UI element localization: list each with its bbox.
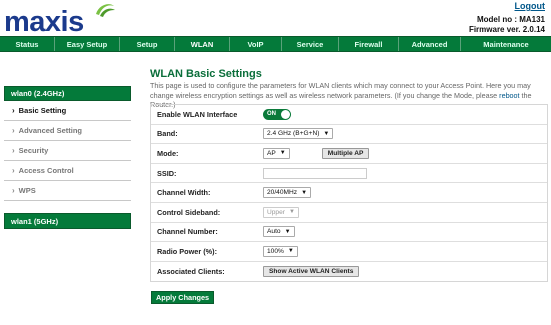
dropdown-arrow-icon: ▼ [301, 189, 308, 196]
nav-wlan[interactable]: WLAN [175, 37, 230, 51]
radio-power-label: Radio Power (%): [157, 246, 217, 256]
row-associated-clients: Associated Clients: Show Active WLAN Cli… [151, 262, 547, 282]
swirl-icon [96, 4, 115, 17]
sidebar-item-access-control[interactable]: › Access Control [4, 161, 131, 181]
page-title: WLAN Basic Settings [150, 68, 262, 80]
sidebar-item-wps[interactable]: › WPS [4, 181, 131, 201]
row-band: Band: 2.4 GHz (B+G+N) ▼ [151, 125, 547, 145]
description-text: This page is used to configure the param… [150, 81, 531, 100]
radio-power-value: 100% [267, 247, 284, 255]
band-select[interactable]: 2.4 GHz (B+G+N) ▼ [263, 128, 334, 140]
maxis-logo: maxis [2, 2, 142, 38]
dropdown-arrow-icon: ▼ [288, 209, 295, 216]
row-channel-number: Channel Number: Auto ▼ [151, 223, 547, 243]
channel-number-value: Auto [267, 228, 281, 236]
nav-voip[interactable]: VoIP [230, 37, 282, 51]
band-label: Band: [157, 129, 178, 139]
ssid-label: SSID: [157, 168, 177, 178]
sidebar-item-security[interactable]: › Security [4, 141, 131, 161]
chevron-right-icon: › [12, 146, 15, 155]
control-sideband-select[interactable]: Upper ▼ [263, 206, 299, 218]
enable-wlan-label: Enable WLAN Interface [157, 109, 238, 119]
row-enable-wlan: Enable WLAN Interface ON [151, 105, 547, 125]
nav-service[interactable]: Service [282, 37, 339, 51]
dropdown-arrow-icon: ▼ [323, 130, 330, 137]
brand-wordmark: maxis [4, 6, 84, 38]
firmware-version: Firmware ver. 2.0.14 [468, 25, 545, 34]
show-active-clients-button[interactable]: Show Active WLAN Clients [263, 266, 360, 278]
channel-number-select[interactable]: Auto ▼ [263, 226, 295, 238]
sidebar-item-label: Advanced Setting [18, 126, 83, 135]
associated-clients-label: Associated Clients: [157, 267, 225, 277]
chevron-right-icon: › [12, 106, 15, 115]
sidebar-item-label: Basic Setting [18, 106, 67, 115]
sidebar-group-wlan1[interactable]: wlan1 (5GHz) [4, 213, 131, 229]
multiple-ap-button[interactable]: Multiple AP [321, 147, 370, 159]
sidebar: wlan0 (2.4GHz) › Basic Setting › Advance… [4, 86, 131, 229]
dropdown-arrow-icon: ▼ [279, 150, 286, 157]
sidebar-item-label: Access Control [18, 166, 74, 175]
dropdown-arrow-icon: ▼ [287, 248, 294, 255]
control-sideband-label: Control Sideband: [157, 207, 221, 217]
row-radio-power: Radio Power (%): 100% ▼ [151, 242, 547, 262]
logout-link[interactable]: Logout [515, 1, 546, 11]
mode-value: AP [267, 149, 276, 157]
chevron-right-icon: › [12, 166, 15, 175]
row-channel-width: Channel Width: 20/40MHz ▼ [151, 183, 547, 203]
ssid-input[interactable] [263, 167, 367, 179]
channel-number-label: Channel Number: [157, 227, 218, 237]
reboot-link[interactable]: reboot [499, 91, 519, 100]
toggle-knob [281, 109, 290, 119]
row-mode: Mode: AP ▼ Multiple AP [151, 144, 547, 164]
apply-changes-button[interactable]: Apply Changes [151, 291, 215, 304]
sidebar-item-label: WPS [18, 186, 36, 195]
sidebar-group-wlan0[interactable]: wlan0 (2.4GHz) [4, 86, 131, 101]
nav-firewall[interactable]: Firewall [339, 37, 399, 51]
channel-width-label: Channel Width: [157, 188, 211, 198]
nav-easy-setup[interactable]: Easy Setup [55, 37, 120, 51]
radio-power-select[interactable]: 100% ▼ [263, 245, 298, 257]
mode-label: Mode: [157, 148, 179, 158]
control-sideband-value: Upper [267, 208, 285, 216]
sidebar-item-label: Security [18, 146, 49, 155]
mode-select[interactable]: AP ▼ [263, 147, 290, 159]
enable-wlan-toggle[interactable]: ON [263, 108, 291, 120]
toggle-state: ON [267, 111, 276, 118]
wlan-settings-form: Enable WLAN Interface ON Band: 2.4 GHz (… [150, 104, 548, 283]
row-control-sideband: Control Sideband: Upper ▼ [151, 203, 547, 223]
device-info: Model no : MA131 Firmware ver. 2.0.14 [469, 15, 545, 35]
dropdown-arrow-icon: ▼ [284, 228, 291, 235]
sidebar-item-advanced-setting[interactable]: › Advanced Setting [4, 121, 131, 141]
model-number: Model no : MA131 [476, 15, 545, 24]
nav-status[interactable]: Status [0, 37, 55, 51]
nav-maintenance[interactable]: Maintenance [461, 37, 551, 51]
channel-width-select[interactable]: 20/40MHz ▼ [263, 187, 312, 199]
main-nav: Status Easy Setup Setup WLAN VoIP Servic… [0, 36, 551, 52]
band-value: 2.4 GHz (B+G+N) [267, 130, 320, 138]
nav-advanced[interactable]: Advanced [399, 37, 461, 51]
chevron-right-icon: › [12, 186, 15, 195]
sidebar-item-basic-setting[interactable]: › Basic Setting [4, 101, 131, 121]
chevron-right-icon: › [12, 126, 15, 135]
nav-setup[interactable]: Setup [120, 37, 175, 51]
channel-width-value: 20/40MHz [267, 189, 298, 197]
row-ssid: SSID: [151, 164, 547, 184]
